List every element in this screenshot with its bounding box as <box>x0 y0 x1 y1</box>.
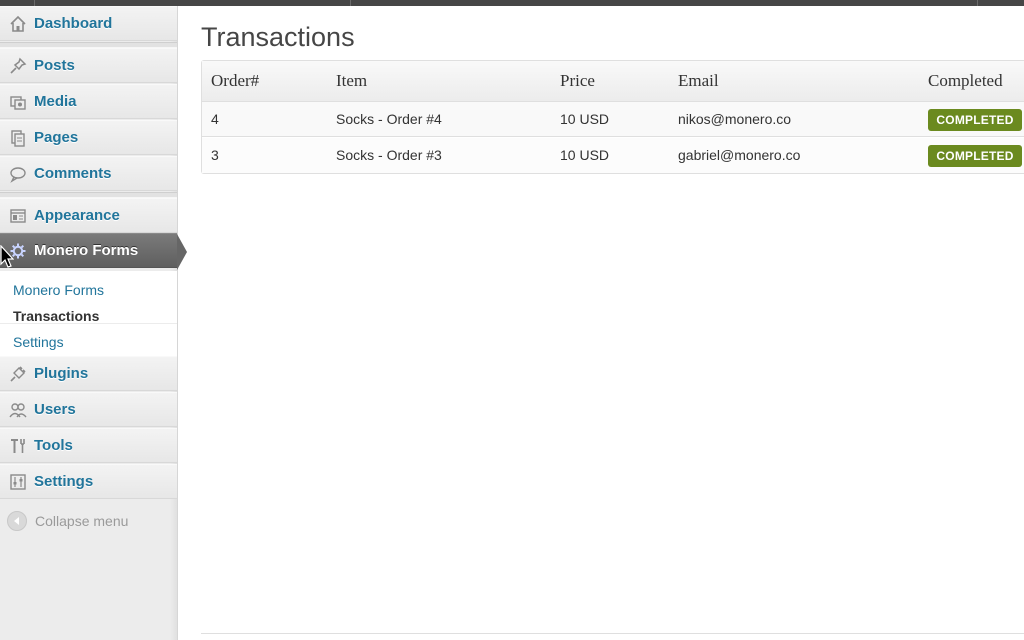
sidebar-item-dashboard[interactable]: Dashboard <box>0 6 177 41</box>
column-header-item: Item <box>336 71 368 90</box>
sidebar-item-label: Users <box>34 401 76 418</box>
admin-sidebar: Dashboard Posts Media Pages Comments App… <box>0 6 187 640</box>
house-icon <box>8 14 28 34</box>
sidebar-item-users[interactable]: Users <box>0 392 177 427</box>
sidebar-item-label: Media <box>34 93 77 110</box>
collapse-menu-button[interactable]: Collapse menu <box>7 511 128 531</box>
admin-bar-divider <box>350 0 351 6</box>
table-header: Order# Item Price Email Completed <box>202 61 1024 102</box>
item-name: Socks - Order #3 <box>336 147 442 163</box>
page-title: Transactions <box>201 22 355 52</box>
speech-bubble-icon <box>8 164 28 184</box>
sidebar-item-label: Appearance <box>34 207 120 224</box>
sidebar-item-comments[interactable]: Comments <box>0 156 177 191</box>
sidebar-item-settings[interactable]: Settings <box>0 464 177 499</box>
sidebar-item-label: Settings <box>34 473 94 490</box>
plug-icon <box>8 364 28 384</box>
submenu-monero-forms: Monero Forms Transactions Settings <box>0 271 177 359</box>
sidebar-item-media[interactable]: Media <box>0 84 177 119</box>
pushpin-icon <box>8 56 28 76</box>
sidebar-item-appearance[interactable]: Appearance <box>0 198 177 233</box>
email: nikos@monero.co <box>678 111 792 127</box>
column-header-price: Price <box>560 71 595 90</box>
column-header-email: Email <box>678 71 719 90</box>
collapse-menu-label: Collapse menu <box>35 513 129 529</box>
sidebar-item-label: Tools <box>34 437 73 454</box>
email: gabriel@monero.co <box>678 147 801 163</box>
price: 10 USD <box>560 111 610 127</box>
submenu-divider <box>0 323 177 324</box>
sidebar-item-label: Pages <box>34 129 79 146</box>
sidebar-item-monero-forms[interactable]: Monero Forms <box>0 233 187 270</box>
sidebar-item-label: Posts <box>34 57 75 74</box>
sidebar-item-posts[interactable]: Posts <box>0 48 177 83</box>
admin-bar-divider <box>977 0 978 6</box>
submenu-item-transactions[interactable]: Transactions <box>13 308 99 324</box>
submenu-item-settings[interactable]: Settings <box>13 334 64 350</box>
column-header-order: Order# <box>211 71 260 90</box>
item-name: Socks - Order #4 <box>336 111 442 127</box>
order-number: 4 <box>211 111 219 127</box>
collapse-arrow-icon <box>7 511 27 531</box>
table-row: 3 Socks - Order #3 10 USD gabriel@monero… <box>202 138 1024 173</box>
status-badge: COMPLETED <box>928 145 1022 167</box>
tools-icon <box>8 436 28 456</box>
mouse-pointer-icon <box>0 244 15 274</box>
media-icon <box>8 92 28 112</box>
footer-divider <box>201 633 1024 634</box>
sidebar-item-label: Comments <box>34 165 112 182</box>
column-header-completed: Completed <box>928 71 1003 90</box>
price: 10 USD <box>560 147 610 163</box>
sliders-icon <box>8 472 28 492</box>
sidebar-item-label: Plugins <box>34 365 89 382</box>
appearance-icon <box>8 206 28 226</box>
users-icon <box>8 400 28 420</box>
sidebar-item-label: Dashboard <box>34 15 113 32</box>
transactions-table: Order# Item Price Email Completed 4 Sock… <box>201 60 1024 174</box>
submenu-item-monero-forms[interactable]: Monero Forms <box>13 282 104 298</box>
table-row: 4 Socks - Order #4 10 USD nikos@monero.c… <box>202 102 1024 137</box>
order-number: 3 <box>211 147 219 163</box>
sidebar-item-pages[interactable]: Pages <box>0 120 177 155</box>
status-badge: COMPLETED <box>928 109 1022 131</box>
active-menu-pointer <box>177 234 187 270</box>
pages-icon <box>8 128 28 148</box>
sidebar-item-tools[interactable]: Tools <box>0 428 177 463</box>
sidebar-item-label: Monero Forms <box>34 242 139 259</box>
sidebar-item-plugins[interactable]: Plugins <box>0 356 177 391</box>
